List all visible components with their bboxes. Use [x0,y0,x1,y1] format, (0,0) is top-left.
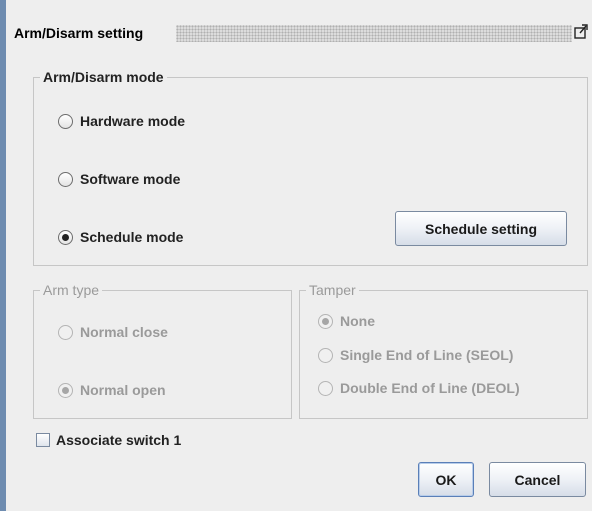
associate-switch-label: Associate switch 1 [56,432,182,448]
hardware-mode-label: Hardware mode [80,113,186,129]
tamper-seol-option[interactable]: Single End of Line (SEOL) [318,347,513,363]
title-bar[interactable]: Arm/Disarm setting [6,0,592,48]
ok-button[interactable]: OK [418,462,474,497]
tamper-none-option[interactable]: None [318,313,375,329]
window-title: Arm/Disarm setting [14,24,152,42]
schedule-mode-radio[interactable] [58,229,73,245]
associate-switch-checkbox[interactable] [36,433,50,447]
associate-switch-option[interactable]: Associate switch 1 [36,432,181,448]
tamper-none-label: None [340,313,375,329]
tamper-deol-option[interactable]: Double End of Line (DEOL) [318,380,520,396]
normal-close-radio[interactable] [58,324,73,340]
arm-type-legend: Arm type [40,282,103,298]
tamper-deol-label: Double End of Line (DEOL) [340,380,520,396]
normal-close-option[interactable]: Normal close [58,324,168,340]
normal-close-label: Normal close [80,324,168,340]
normal-open-label: Normal open [80,382,166,398]
software-mode-label: Software mode [80,171,181,187]
tamper-seol-label: Single End of Line (SEOL) [340,347,514,363]
software-mode-radio[interactable] [58,171,73,187]
title-bar-grip [176,25,572,42]
tamper-none-radio[interactable] [318,313,333,329]
hardware-mode-radio[interactable] [58,113,73,129]
arm-type-group: Arm type Normal close Normal open [33,282,292,419]
arm-disarm-dialog: Arm/Disarm setting Arm/Disarm mode Hardw… [0,0,592,511]
schedule-setting-button[interactable]: Schedule setting [395,211,567,246]
normal-open-option[interactable]: Normal open [58,382,166,398]
schedule-mode-label: Schedule mode [80,229,184,245]
tamper-group: Tamper None Single End of Line (SEOL) Do… [299,282,588,419]
tamper-deol-radio[interactable] [318,380,333,396]
schedule-mode-option[interactable]: Schedule mode [58,229,183,245]
normal-open-radio[interactable] [58,382,73,398]
software-mode-option[interactable]: Software mode [58,171,180,187]
arm-disarm-mode-group: Arm/Disarm mode Hardware mode Software m… [33,69,588,266]
cancel-button[interactable]: Cancel [489,462,586,497]
tamper-seol-radio[interactable] [318,347,333,363]
tamper-legend: Tamper [306,282,359,298]
hardware-mode-option[interactable]: Hardware mode [58,113,185,129]
maximize-icon[interactable] [574,23,588,39]
arm-disarm-mode-legend: Arm/Disarm mode [40,69,167,85]
